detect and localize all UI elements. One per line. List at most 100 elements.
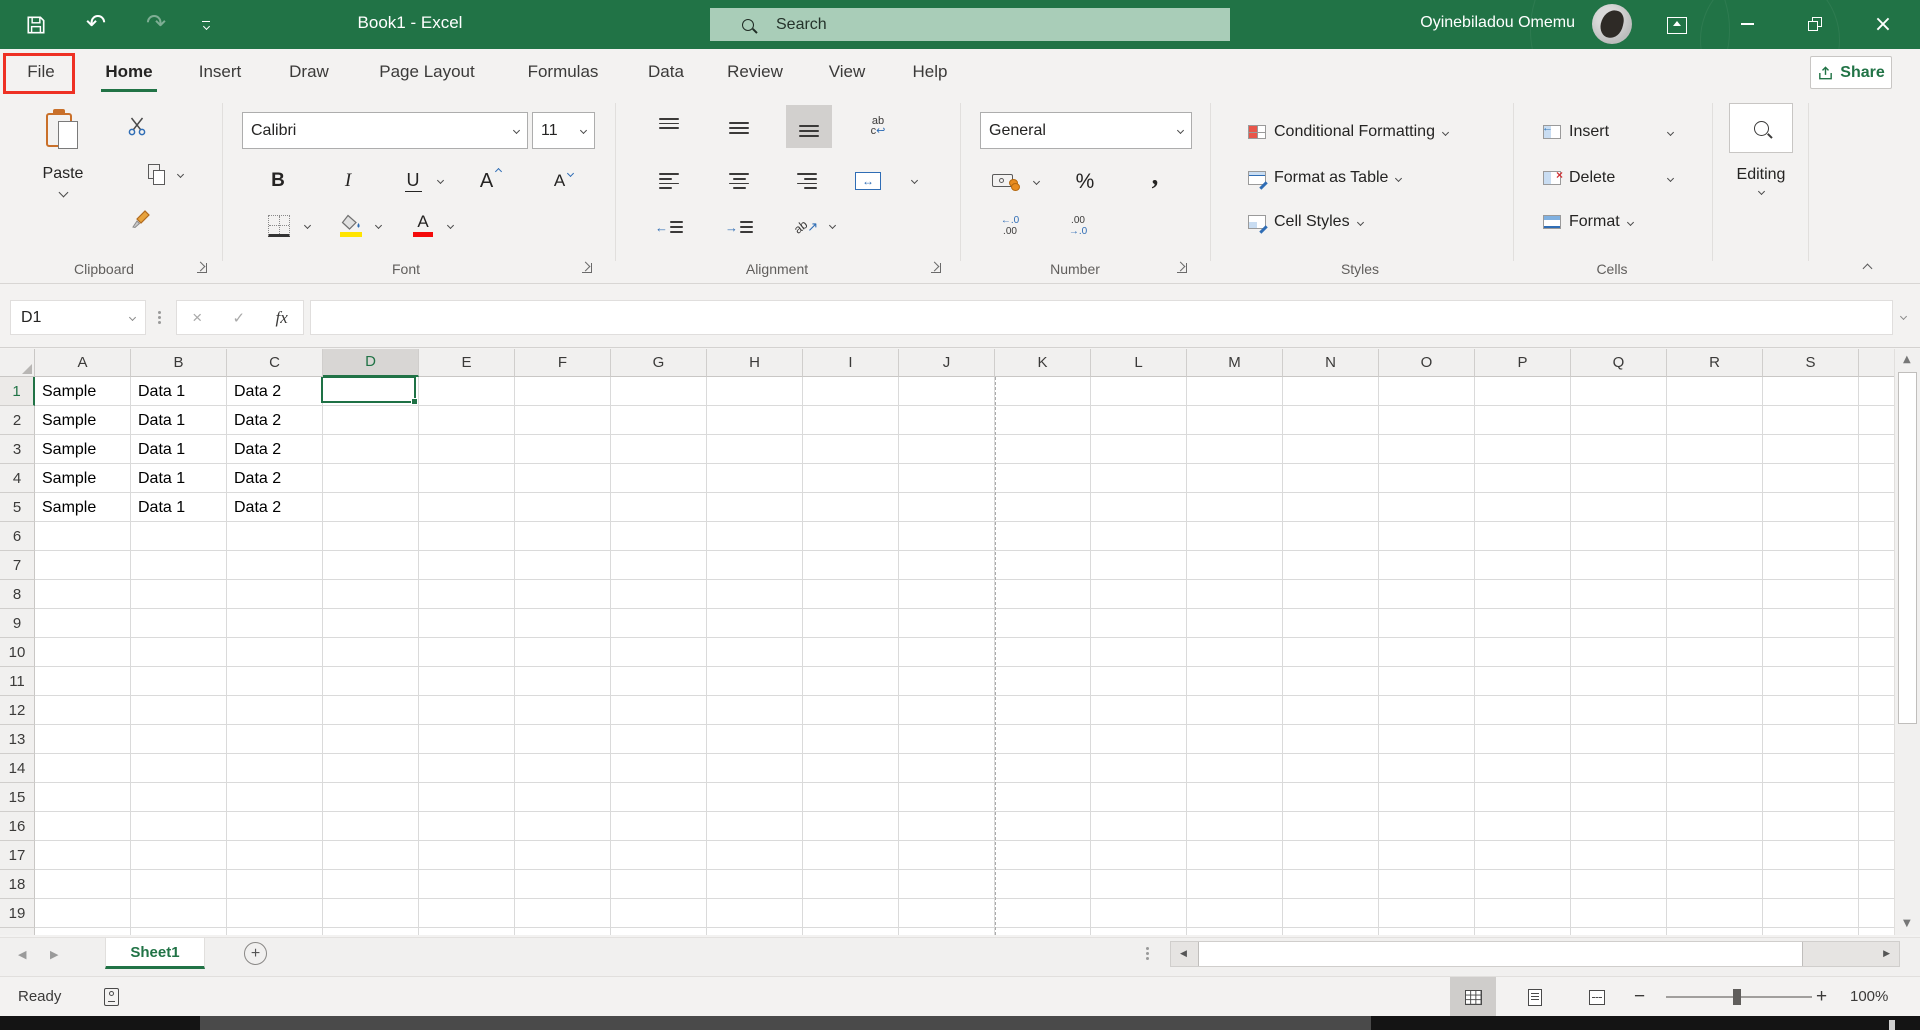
column-header-K[interactable]: K [995, 349, 1091, 377]
cell-A4[interactable]: Sample [42, 464, 96, 493]
tab-formulas[interactable]: Formulas [518, 49, 608, 95]
row-header-2[interactable]: 2 [0, 406, 35, 435]
format-as-table-button[interactable]: Format as Table [1248, 163, 1403, 193]
zoom-in-button[interactable]: + [1816, 977, 1827, 1017]
cell-C1[interactable]: Data 2 [234, 377, 281, 406]
cell-C5[interactable]: Data 2 [234, 493, 281, 522]
paste-button[interactable]: Paste [30, 103, 96, 221]
selected-cell-outline[interactable] [321, 377, 418, 405]
select-all-corner[interactable] [0, 349, 35, 377]
column-header-H[interactable]: H [707, 349, 803, 377]
decrease-font-button[interactable]: A [543, 163, 581, 199]
align-top-button[interactable] [650, 108, 688, 148]
vertical-scrollbar-thumb[interactable] [1898, 372, 1917, 724]
expand-formula-bar-icon[interactable] [1899, 312, 1908, 321]
format-cells-button[interactable]: Format [1543, 207, 1634, 237]
page-layout-view-button[interactable] [1512, 977, 1558, 1017]
increase-decimal-button[interactable]: ←.0 .00 [990, 209, 1030, 243]
row-header-18[interactable]: 18 [0, 870, 35, 899]
row-header-3[interactable]: 3 [0, 435, 35, 464]
tab-help[interactable]: Help [902, 49, 958, 95]
accounting-chevron-icon[interactable] [1032, 177, 1041, 186]
row-header-1[interactable]: 1 [0, 377, 35, 406]
clipboard-dialog-launcher[interactable] [197, 263, 207, 273]
scroll-right-icon[interactable]: ▶ [1883, 950, 1890, 959]
wrap-text-button[interactable]: ab c↩ [858, 106, 898, 146]
column-header-M[interactable]: M [1187, 349, 1283, 377]
cell-A5[interactable]: Sample [42, 493, 96, 522]
row-header-8[interactable]: 8 [0, 580, 35, 609]
column-header-A[interactable]: A [35, 349, 131, 377]
column-header-B[interactable]: B [131, 349, 227, 377]
tab-review[interactable]: Review [720, 49, 790, 95]
align-bottom-button[interactable] [786, 105, 832, 148]
tab-page-layout[interactable]: Page Layout [364, 49, 490, 95]
cells-area[interactable]: Sample Data 1 Data 2 Sample Data 1 Data 2 Samp… [35, 377, 1894, 935]
column-header-O[interactable]: O [1379, 349, 1475, 377]
cell-B1[interactable]: Data 1 [138, 377, 185, 406]
underline-chevron-icon[interactable] [436, 176, 445, 185]
formula-bar-drag-handle[interactable] [158, 309, 161, 326]
increase-indent-button[interactable]: → [720, 208, 758, 246]
conditional-formatting-button[interactable]: Conditional Formatting [1248, 117, 1450, 147]
tab-insert[interactable]: Insert [188, 49, 252, 95]
ribbon-display-options-button[interactable] [1664, 13, 1690, 37]
column-header-J[interactable]: J [899, 349, 995, 377]
decrease-indent-button[interactable]: ← [650, 208, 688, 246]
column-header-R[interactable]: R [1667, 349, 1763, 377]
accounting-format-button[interactable] [986, 164, 1026, 200]
cell-A1[interactable]: Sample [42, 377, 96, 406]
format-painter-button[interactable] [128, 205, 154, 233]
row-header-7[interactable]: 7 [0, 551, 35, 580]
column-header-E[interactable]: E [419, 349, 515, 377]
underline-button[interactable]: U [398, 163, 428, 199]
cell-B4[interactable]: Data 1 [138, 464, 185, 493]
comma-style-button[interactable]: , [1140, 157, 1170, 193]
column-header-P[interactable]: P [1475, 349, 1571, 377]
cell-A3[interactable]: Sample [42, 435, 96, 464]
column-header-I[interactable]: I [803, 349, 899, 377]
cancel-icon[interactable]: × [192, 308, 202, 328]
copy-chevron-icon[interactable] [176, 170, 185, 179]
collapse-ribbon-button[interactable] [1862, 263, 1873, 274]
row-headers[interactable]: 1234567891011121314151617181920 [0, 377, 35, 935]
font-dialog-launcher[interactable] [582, 263, 592, 273]
align-middle-button[interactable] [720, 108, 758, 148]
new-sheet-button[interactable]: + [244, 942, 267, 965]
align-right-button[interactable] [788, 162, 826, 200]
number-format-select[interactable]: General [980, 112, 1192, 149]
font-color-button[interactable]: A [408, 207, 438, 243]
sheet-tab-sheet1[interactable]: Sheet1 [105, 938, 205, 969]
sheetbar-drag-handle[interactable] [1146, 945, 1149, 962]
column-header-S[interactable]: S [1763, 349, 1859, 377]
normal-view-button[interactable] [1450, 977, 1496, 1017]
fill-handle[interactable] [411, 398, 418, 405]
merge-center-button[interactable]: ↔ [852, 165, 884, 197]
account-user-name[interactable]: Oyinebiladou Omemu [1385, 14, 1575, 32]
name-box[interactable]: D1 [10, 300, 146, 335]
cell-B2[interactable]: Data 1 [138, 406, 185, 435]
row-header-15[interactable]: 15 [0, 783, 35, 812]
row-header-11[interactable]: 11 [0, 667, 35, 696]
customize-quick-access-button[interactable] [196, 15, 216, 35]
zoom-level[interactable]: 100% [1850, 977, 1888, 1017]
column-header-L[interactable]: L [1091, 349, 1187, 377]
column-header-D[interactable]: D [323, 349, 419, 377]
row-header-16[interactable]: 16 [0, 812, 35, 841]
row-header-6[interactable]: 6 [0, 522, 35, 551]
column-header-N[interactable]: N [1283, 349, 1379, 377]
bold-button[interactable]: B [263, 163, 293, 199]
formula-input[interactable] [310, 300, 1893, 335]
row-header-20[interactable]: 20 [0, 928, 35, 935]
borders-button[interactable] [264, 209, 294, 243]
tab-view[interactable]: View [818, 49, 876, 95]
insert-function-icon[interactable]: fx [275, 308, 287, 328]
zoom-slider-thumb[interactable] [1733, 989, 1741, 1005]
column-header-T[interactable]: T [1859, 349, 1894, 377]
close-button[interactable]: × [1866, 8, 1900, 40]
tab-draw[interactable]: Draw [278, 49, 340, 95]
row-header-5[interactable]: 5 [0, 493, 35, 522]
orientation-chevron-icon[interactable] [828, 221, 837, 230]
row-header-19[interactable]: 19 [0, 899, 35, 928]
row-header-10[interactable]: 10 [0, 638, 35, 667]
